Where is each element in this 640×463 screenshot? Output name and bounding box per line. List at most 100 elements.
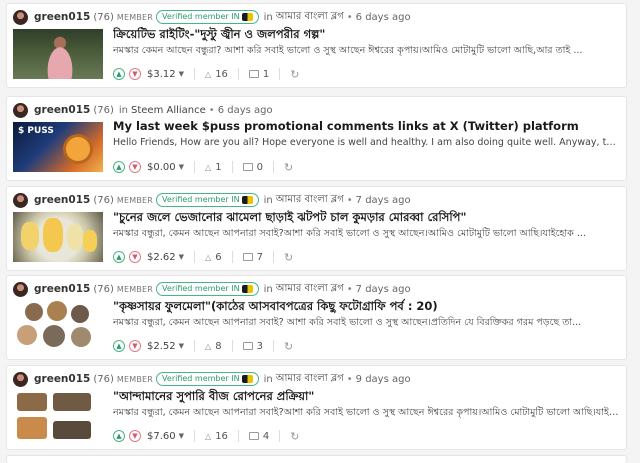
post-thumbnail[interactable]: [13, 391, 103, 441]
post-card[interactable]: green015 (76) in Steem Alliance • 6 days…: [6, 96, 627, 181]
caret-down-icon[interactable]: ▼: [179, 342, 184, 350]
chevron-up-icon[interactable]: ▲: [113, 68, 125, 80]
post-title[interactable]: My last week $puss promotional comments …: [113, 119, 621, 133]
post-card[interactable]: green015 (76) MEMBER Verified member IN …: [6, 275, 627, 360]
payout-value[interactable]: $0.00: [147, 162, 176, 173]
comment-count[interactable]: 1: [263, 69, 269, 80]
payout-value[interactable]: $2.52: [147, 341, 176, 352]
post-time[interactable]: 7 days ago: [356, 195, 411, 206]
author-name[interactable]: green015: [34, 283, 90, 295]
thumbs-up-icon[interactable]: △: [205, 70, 211, 79]
repost-icon[interactable]: ↻: [284, 161, 293, 174]
caret-down-icon[interactable]: ▼: [179, 432, 184, 440]
post-card[interactable]: green015 (76) MEMBER Verified member IN …: [6, 186, 627, 271]
post-card[interactable]: [6, 455, 627, 463]
caret-down-icon[interactable]: ▼: [179, 70, 184, 78]
verified-label: Verified member IN: [162, 12, 240, 21]
post-thumbnail[interactable]: [13, 301, 103, 351]
post-card[interactable]: green015 (76) MEMBER Verified member IN …: [6, 3, 627, 88]
repost-icon[interactable]: ↻: [290, 430, 299, 443]
caret-down-icon[interactable]: ▼: [179, 253, 184, 261]
gourd-piece: [67, 224, 83, 250]
chevron-up-icon[interactable]: ▲: [113, 251, 125, 263]
chevron-up-icon[interactable]: ▲: [113, 161, 125, 173]
post-card[interactable]: green015 (76) MEMBER Verified member IN …: [6, 365, 627, 450]
avatar[interactable]: [13, 371, 28, 387]
post-snippet[interactable]: নমস্কার বন্ধুরা, কেমন আছেন আপনারা সবাই? …: [113, 316, 621, 331]
thumbnail-label: $ PUSS: [18, 126, 54, 136]
vote-count[interactable]: 16: [215, 431, 228, 442]
repost-icon[interactable]: ↻: [290, 68, 299, 81]
author-name[interactable]: green015: [34, 11, 90, 23]
post-time[interactable]: 7 days ago: [356, 284, 411, 295]
thumbs-up-icon[interactable]: △: [205, 253, 211, 262]
cat-illustration: [63, 134, 93, 164]
community-link[interactable]: আমার বাংলা ব্লগ: [276, 9, 344, 26]
thumbs-up-icon[interactable]: △: [205, 342, 211, 351]
post-time[interactable]: 6 days ago: [218, 105, 273, 116]
chevron-down-icon[interactable]: ▼: [129, 68, 141, 80]
thumbs-up-icon[interactable]: △: [205, 163, 211, 172]
verified-label: Verified member IN: [162, 284, 240, 293]
post-thumbnail[interactable]: [13, 29, 103, 79]
payout-value[interactable]: $3.12: [147, 69, 176, 80]
avatar[interactable]: [13, 281, 28, 297]
payout-value[interactable]: $7.60: [147, 431, 176, 442]
author-name[interactable]: green015: [34, 104, 90, 116]
comment-count[interactable]: 7: [257, 252, 263, 263]
post-thumbnail[interactable]: $ PUSS: [13, 122, 103, 172]
chevron-down-icon[interactable]: ▼: [129, 161, 141, 173]
avatar[interactable]: [13, 102, 28, 118]
post-title[interactable]: ক্রিয়েটিভ রাইটিং-"দুস্টু জ্বীন ও জলপরীর…: [113, 26, 621, 45]
post-time[interactable]: 6 days ago: [356, 12, 411, 23]
thumbs-up-icon[interactable]: △: [205, 432, 211, 441]
community-link[interactable]: আমার বাংলা ব্লগ: [276, 281, 344, 298]
chevron-down-icon[interactable]: ▼: [129, 430, 141, 442]
post-title[interactable]: "আন্দামানের সুপারি বীজ রোপনের প্রক্রিয়া…: [113, 388, 621, 407]
comment-count[interactable]: 0: [257, 162, 263, 173]
chevron-down-icon[interactable]: ▼: [129, 340, 141, 352]
community-logo-icon: [241, 285, 253, 293]
repost-icon[interactable]: ↻: [284, 251, 293, 264]
comment-icon[interactable]: [248, 70, 259, 78]
vote-count[interactable]: 8: [215, 341, 221, 352]
author-reputation: (76): [93, 373, 114, 385]
gourd-piece: [43, 218, 63, 252]
meta-separator: •: [346, 283, 353, 295]
avatar[interactable]: [13, 9, 28, 25]
chevron-up-icon[interactable]: ▲: [113, 340, 125, 352]
author-name[interactable]: green015: [34, 373, 90, 385]
chevron-up-icon[interactable]: ▲: [113, 430, 125, 442]
author-name[interactable]: green015: [34, 194, 90, 206]
post-snippet[interactable]: Hello Friends, How are you all? Hope eve…: [113, 137, 621, 148]
payout-value[interactable]: $2.62: [147, 252, 176, 263]
comment-count[interactable]: 4: [263, 431, 269, 442]
post-title[interactable]: "চুনের জলে ভেজানোর ঝামেলা ছাড়াই ঝটপট চা…: [113, 209, 621, 228]
repost-icon[interactable]: ↻: [284, 340, 293, 353]
verified-badge: Verified member IN: [156, 282, 259, 296]
vote-count[interactable]: 6: [215, 252, 221, 263]
avatar[interactable]: [13, 192, 28, 208]
post-feed: green015 (76) MEMBER Verified member IN …: [0, 0, 640, 463]
post-snippet[interactable]: নমস্কার বন্ধুরা, কেমন আছেন আপনারা সবাই?আ…: [113, 406, 621, 421]
comment-icon[interactable]: [242, 163, 253, 171]
collage-photo: [25, 303, 43, 321]
caret-down-icon[interactable]: ▼: [179, 163, 184, 171]
community-link[interactable]: আমার বাংলা ব্লগ: [276, 192, 344, 209]
post-time[interactable]: 9 days ago: [356, 374, 411, 385]
comment-count[interactable]: 3: [257, 341, 263, 352]
vote-count[interactable]: 1: [215, 162, 221, 173]
comment-icon[interactable]: [248, 432, 259, 440]
vote-count[interactable]: 16: [215, 69, 228, 80]
post-footer: ▲ ▼ $7.60 ▼ △ 16 4 ↻: [113, 428, 300, 444]
divider: [272, 340, 274, 352]
post-title[interactable]: "কৃষ্ণসায়র ফুলমেলা"(কাঠের আসবাবপত্রের ক…: [113, 298, 621, 317]
comment-icon[interactable]: [242, 342, 253, 350]
chevron-down-icon[interactable]: ▼: [129, 251, 141, 263]
post-snippet[interactable]: নমস্কার কেমন আছেন বন্ধুরা? আশা করি সবাই …: [113, 44, 621, 59]
community-link[interactable]: আমার বাংলা ব্লগ: [276, 371, 344, 388]
comment-icon[interactable]: [242, 253, 253, 261]
post-thumbnail[interactable]: [13, 212, 103, 262]
post-snippet[interactable]: নমস্কার বন্ধুরা, কেমন আছেন আপনারা সবাই?আ…: [113, 227, 621, 242]
community-link[interactable]: Steem Alliance: [131, 105, 206, 116]
